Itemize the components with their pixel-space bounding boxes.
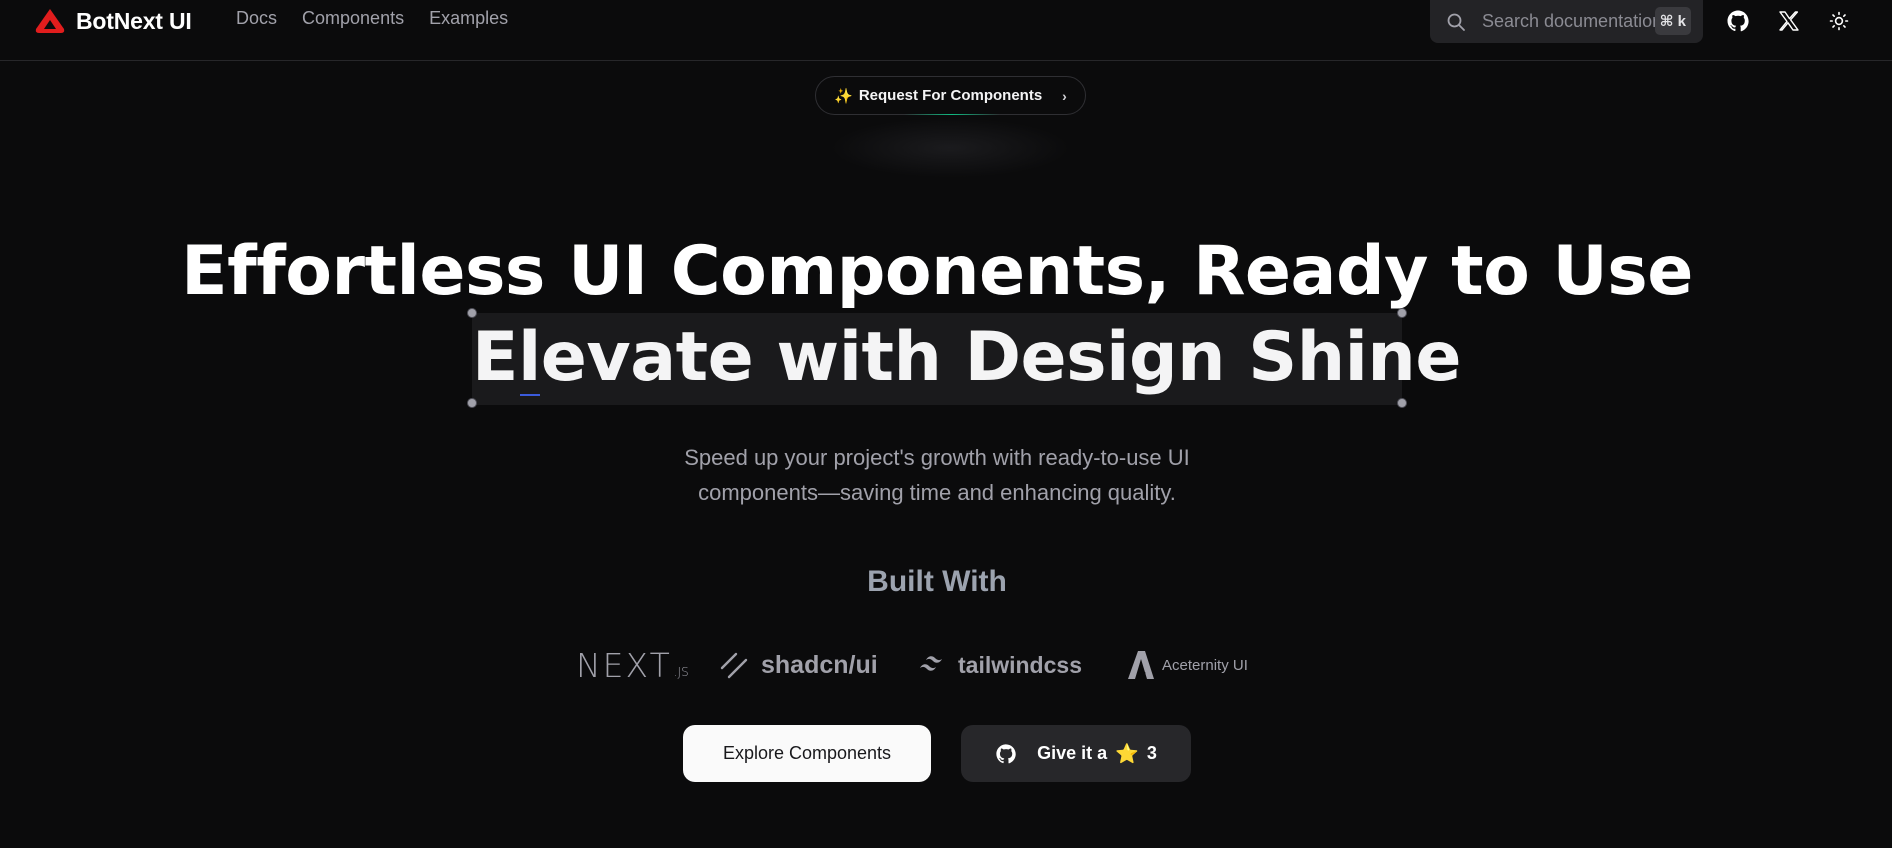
shadcn-logo: shadcn/ui xyxy=(719,644,878,686)
request-components-pill[interactable]: ✨ Request For Components › xyxy=(815,76,1086,115)
hero-subtitle: Speed up your project's growth with read… xyxy=(0,440,1874,510)
search-icon xyxy=(1447,13,1465,31)
chevron-right-icon: › xyxy=(1062,87,1067,104)
theme-toggle-sun-icon[interactable] xyxy=(1826,8,1852,34)
text-cursor-underline xyxy=(520,394,540,396)
selection-handle-br[interactable] xyxy=(1397,398,1407,408)
hero-title: Effortless UI Components, Ready to Use xyxy=(181,232,1693,311)
aceternity-logo: Aceternity UI xyxy=(1126,644,1248,686)
shadcn-slash-icon xyxy=(720,652,748,679)
nextjs-logo-suffix: .JS xyxy=(673,665,689,679)
github-star-count: 3 xyxy=(1146,743,1157,763)
hero-subtitle-line-2: components—saving time and enhancing qua… xyxy=(698,480,1176,505)
nextjs-logo: NEXT .JS xyxy=(576,644,689,686)
nav-link-examples[interactable]: Examples xyxy=(429,8,508,29)
github-icon[interactable] xyxy=(1725,8,1751,34)
shadcn-logo-text: shadcn/ui xyxy=(761,650,878,679)
brand-link[interactable]: BotNext UI xyxy=(34,4,192,38)
pill-glow xyxy=(830,118,1070,178)
explore-components-button[interactable]: Explore Components xyxy=(683,725,931,782)
selection-handle-tl[interactable] xyxy=(467,308,477,318)
search-input[interactable]: Search documentation ⌘ k xyxy=(1430,0,1703,43)
sparkles-icon: ✨ xyxy=(834,87,853,105)
x-twitter-icon[interactable] xyxy=(1776,8,1802,34)
tech-logos: NEXT .JS shadcn/ui tailwindcss Aceternit… xyxy=(576,644,1266,686)
nav-link-components[interactable]: Components xyxy=(302,8,404,29)
selection-handle-bl[interactable] xyxy=(467,398,477,408)
navbar: BotNext UI Docs Components Examples Sear… xyxy=(0,0,1892,61)
github-star-button[interactable]: Give it a ⭐ 3 xyxy=(961,725,1191,782)
search-placeholder: Search documentation xyxy=(1482,11,1659,31)
aceternity-logo-text: Aceternity UI xyxy=(1162,656,1248,674)
tailwind-wave-icon xyxy=(920,656,942,671)
main-nav: Docs Components Examples xyxy=(236,8,508,29)
pill-label: Request For Components xyxy=(858,87,1043,104)
tailwind-logo-text: tailwindcss xyxy=(958,651,1082,678)
star-icon: ⭐ xyxy=(1115,743,1139,765)
hero-title-highlight: Elevate with Design Shine xyxy=(472,318,1461,397)
search-shortcut-badge: ⌘ k xyxy=(1654,7,1691,35)
tailwind-logo: tailwindcss xyxy=(918,644,1082,686)
github-icon xyxy=(996,743,1016,763)
nav-link-docs[interactable]: Docs xyxy=(236,8,277,29)
github-star-label: Give it a xyxy=(1037,743,1108,763)
selection-handle-tr[interactable] xyxy=(1397,308,1407,318)
hero-subtitle-line-1: Speed up your project's growth with read… xyxy=(684,445,1190,470)
built-with-heading: Built With xyxy=(867,565,1007,598)
brand-logo-icon xyxy=(35,9,65,33)
aceternity-a-icon xyxy=(1128,651,1154,679)
brand-name: BotNext UI xyxy=(76,7,192,34)
nextjs-logo-text: NEXT xyxy=(576,645,672,685)
